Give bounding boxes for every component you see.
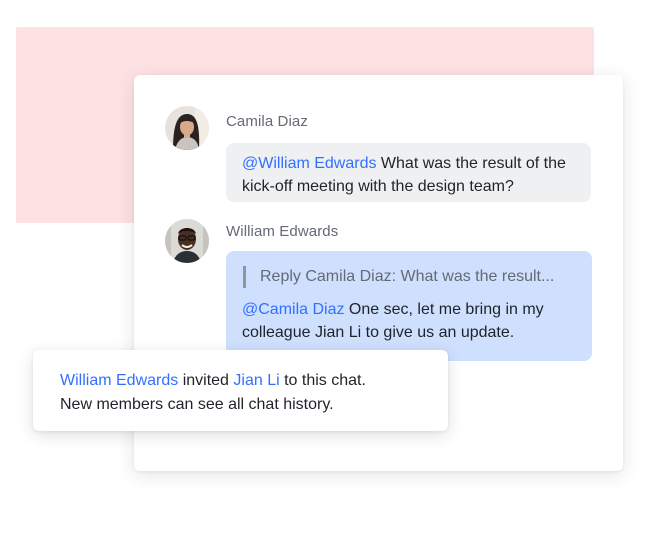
invitee-link[interactable]: Jian Li	[233, 372, 279, 389]
message-bubble[interactable]: @William Edwards What was the result of …	[226, 143, 591, 202]
sender-name: Camila Diaz	[226, 113, 308, 130]
system-notice: William Edwards invited Jian Li to this …	[33, 350, 448, 431]
inviter-link[interactable]: William Edwards	[60, 372, 178, 389]
mention-link[interactable]: @William Edwards	[242, 155, 376, 172]
sender-name: William Edwards	[226, 223, 339, 240]
notice-text: to this chat.	[279, 372, 366, 389]
avatar-camila-diaz-image	[165, 106, 209, 150]
avatar-camila-diaz[interactable]	[165, 106, 209, 150]
avatar-william-edwards[interactable]	[165, 219, 209, 263]
notice-line2: New members can see all chat history.	[60, 396, 334, 413]
reply-quote[interactable]: Reply Camila Diaz: What was the result..…	[243, 266, 577, 288]
notice-text: invited	[178, 372, 234, 389]
mention-link[interactable]: @Camila Diaz	[242, 301, 344, 318]
message-bubble[interactable]: Reply Camila Diaz: What was the result..…	[226, 251, 592, 361]
avatar-william-edwards-image	[165, 219, 209, 263]
